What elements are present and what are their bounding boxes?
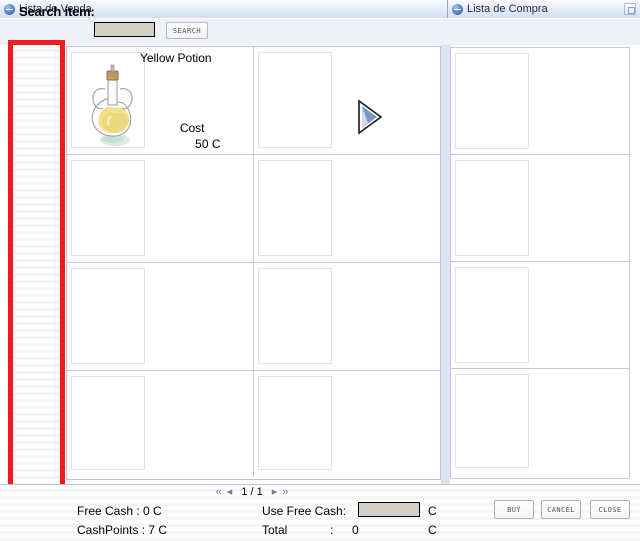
item-cell-empty[interactable] <box>253 47 440 154</box>
tab-bar: Lista de Venda Lista de Compra <box>0 0 640 18</box>
tab-lista-de-compra[interactable]: Lista de Compra <box>448 0 640 18</box>
free-cash-value: Free Cash : 0 C <box>77 504 162 518</box>
total-label: Total <box>262 523 288 537</box>
total-colon: : <box>330 523 334 537</box>
cancel-button[interactable]: CANCEL <box>541 500 581 519</box>
item-name: Yellow Potion <box>139 51 212 65</box>
buy-button[interactable]: BUY <box>494 500 534 519</box>
search-label: Search item: <box>19 4 95 19</box>
item-thumbnail <box>455 267 529 363</box>
search-button[interactable]: SEARCH <box>166 22 208 39</box>
item-cell-empty[interactable] <box>253 371 440 477</box>
item-cell-empty[interactable] <box>67 155 254 262</box>
item-thumbnail <box>257 376 332 470</box>
total-value: 0 <box>352 523 359 537</box>
use-free-cash-label: Use Free Cash: <box>262 504 347 518</box>
item-thumbnail <box>455 374 529 468</box>
buy-list-row[interactable] <box>451 262 629 369</box>
pagination-controls: « ◂ 1 / 1 ▸ » <box>196 484 308 500</box>
item-cell-empty[interactable] <box>67 371 254 477</box>
panel-divider <box>441 19 450 484</box>
item-thumbnail <box>257 268 332 364</box>
use-free-cash-unit: C <box>428 504 437 518</box>
tab-label: Lista de Compra <box>467 3 548 15</box>
cash-points-value: CashPoints : 7 C <box>77 523 168 537</box>
item-thumbnail <box>455 53 529 149</box>
grid-row <box>67 155 440 263</box>
use-free-cash-input[interactable] <box>358 502 420 517</box>
first-page-icon[interactable]: « <box>216 486 222 498</box>
sidebar-list[interactable] <box>13 45 60 529</box>
grid-row <box>67 263 440 371</box>
circle-minus-icon <box>4 3 15 15</box>
close-button[interactable]: CLOSE <box>590 500 630 519</box>
buy-list-row[interactable] <box>451 369 629 474</box>
item-thumbnail <box>71 268 145 364</box>
buy-list-row[interactable] <box>451 48 629 155</box>
item-cost-label: Cost <box>179 121 205 135</box>
item-thumbnail <box>71 52 145 148</box>
window-control-button[interactable] <box>624 3 636 15</box>
item-cell-empty[interactable] <box>253 263 440 370</box>
item-cell-empty[interactable] <box>253 155 440 262</box>
prev-page-icon[interactable]: ◂ <box>227 486 233 498</box>
buy-list-row[interactable] <box>451 155 629 262</box>
total-unit: C <box>428 523 437 537</box>
shop-window: Lista de Venda Lista de Compra Search it… <box>0 0 640 541</box>
last-page-icon[interactable]: » <box>282 486 288 498</box>
yellow-potion-icon <box>91 64 133 146</box>
search-input[interactable] <box>94 22 155 37</box>
next-page-icon[interactable]: ▸ <box>272 486 278 498</box>
circle-minus-icon <box>452 3 463 15</box>
grid-row: Yellow Potion Cost 50 C <box>67 47 440 155</box>
item-thumbnail <box>257 52 332 148</box>
grid-row <box>67 371 440 477</box>
item-thumbnail <box>71 376 145 470</box>
sell-item-grid: Yellow Potion Cost 50 C <box>66 46 441 480</box>
item-thumbnail <box>257 160 332 256</box>
item-cell[interactable]: Yellow Potion Cost 50 C <box>67 47 254 154</box>
buy-item-list <box>450 47 630 479</box>
item-thumbnail <box>71 160 145 256</box>
sidebar-highlight-region[interactable] <box>8 40 65 534</box>
item-thumbnail <box>455 160 529 256</box>
page-counter: 1 / 1 <box>241 486 263 498</box>
item-cell-empty[interactable] <box>67 263 254 370</box>
item-cost-value: 50 C <box>195 137 221 151</box>
